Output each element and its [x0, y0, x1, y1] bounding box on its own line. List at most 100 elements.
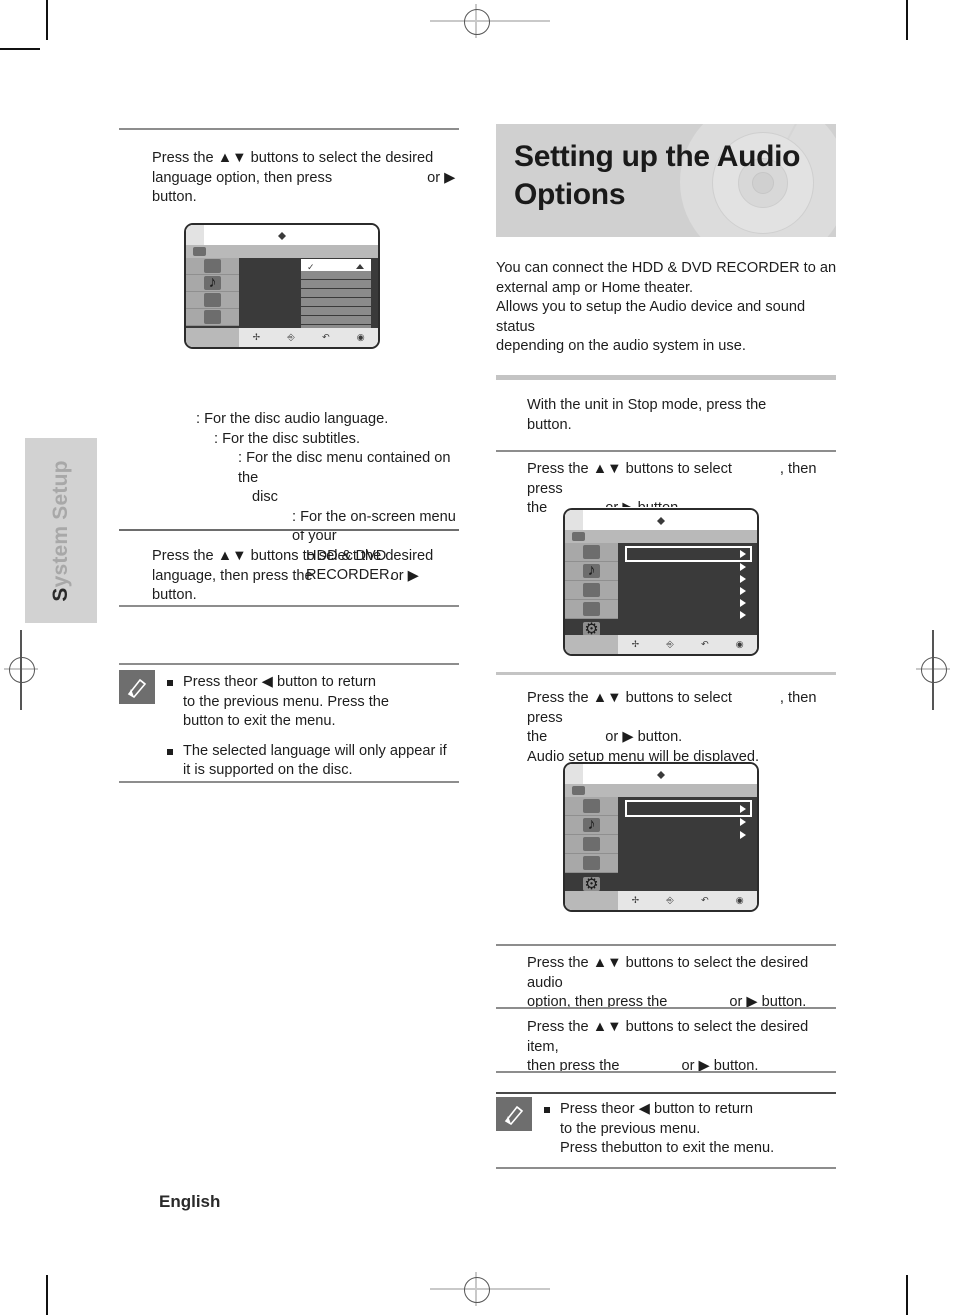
- step4-line1: Press the ▲▼ buttons to select the desir…: [527, 955, 809, 991]
- return-icon[interactable]: ↶: [688, 640, 723, 649]
- sidebar-item-display[interactable]: [186, 292, 239, 309]
- film-icon: [204, 259, 221, 273]
- chevron-right-icon: [740, 587, 746, 595]
- intro-line-2: external amp or Home theater.: [496, 279, 694, 296]
- step3-line1a: Press the ▲▼ buttons to select: [527, 690, 732, 706]
- return-icon[interactable]: ↶: [309, 333, 344, 342]
- legend-item-subtitle: : For the disc subtitles.: [214, 430, 360, 447]
- left-rule-mid: [119, 529, 459, 532]
- list-item[interactable]: [301, 307, 371, 316]
- sidebar-item-film[interactable]: [565, 543, 618, 562]
- list-item[interactable]: [625, 815, 752, 828]
- select-icon[interactable]: ⎆: [653, 896, 688, 905]
- sidebar-item-disc[interactable]: [565, 854, 618, 873]
- osd-bottom-toolbar: ✢ ⎆ ↶ ◉: [186, 328, 378, 347]
- sidebar-item-disc[interactable]: [565, 600, 618, 619]
- exit-icon[interactable]: ◉: [722, 640, 757, 649]
- list-item[interactable]: [625, 560, 752, 572]
- sidebar-item-display[interactable]: [565, 581, 618, 600]
- move-icon[interactable]: ✢: [618, 640, 653, 649]
- osd-language-options-menu[interactable]: ♪ ⚙ ✓ ✢ ⎆ ↶ ◉: [184, 223, 380, 349]
- intro-line-1: You can connect the HDD & DVD RECORDER t…: [496, 260, 837, 276]
- list-item[interactable]: [625, 828, 752, 841]
- diamond-icon: [657, 771, 665, 779]
- list-item[interactable]: [301, 280, 371, 289]
- list-item[interactable]: [625, 596, 752, 608]
- select-icon[interactable]: ⎆: [653, 640, 688, 649]
- note2-l1: The selected language will only appear i…: [183, 742, 447, 759]
- right-rule-3: [496, 944, 836, 946]
- registration-mark-top: [430, 4, 550, 38]
- chevron-right-icon: [740, 804, 746, 813]
- step1-line2: button.: [527, 416, 572, 433]
- osd-bottom-toolbar: ✢ ⎆ ↶ ◉: [565, 635, 757, 654]
- osd-sidebar[interactable]: ♪ ⚙: [186, 258, 239, 344]
- osd-tabrow: [565, 784, 757, 797]
- list-item[interactable]: [301, 289, 371, 298]
- chevron-right-icon: [740, 550, 746, 558]
- osd-sidebar[interactable]: ♪ ⚙: [565, 543, 618, 640]
- pencil-icon: [119, 670, 155, 704]
- rnote-l1b: or ◀ button to return: [621, 1101, 753, 1117]
- osd-option-list[interactable]: ✓: [300, 258, 372, 335]
- exit-icon[interactable]: ◉: [343, 333, 378, 342]
- step3-line2a: the: [527, 729, 548, 745]
- chevron-right-icon: [740, 599, 746, 607]
- display-icon: [204, 293, 221, 307]
- chevron-right-icon: [740, 563, 746, 571]
- sidebar-item-display[interactable]: [565, 835, 618, 854]
- osd-tabrow: [186, 245, 378, 258]
- sidebar-item-music[interactable]: ♪: [565, 816, 618, 835]
- osd-sidebar[interactable]: ♪ ⚙: [565, 797, 618, 895]
- osd-topbar-nub: [186, 225, 204, 245]
- legend-item-discmenu: : For the disc menu contained on the: [238, 450, 451, 486]
- scroll-up-icon[interactable]: [356, 264, 364, 269]
- move-icon[interactable]: ✢: [618, 896, 653, 905]
- list-item[interactable]: ✓: [300, 258, 372, 272]
- sidebar-item-music[interactable]: ♪: [186, 274, 239, 292]
- osd-setup-menu[interactable]: ♪ ⚙ ✢ ⎆ ↶ ◉: [563, 508, 759, 656]
- right-step-1: With the unit in Stop mode, press the bu…: [527, 396, 837, 435]
- osd-option-list[interactable]: [625, 560, 752, 620]
- right-rule-1: [496, 450, 836, 452]
- left-step-line1: Press the ▲▼ buttons to select the desir…: [152, 150, 434, 166]
- list-item: Press theor ◀ button to return to the pr…: [544, 1100, 836, 1159]
- list-item[interactable]: [301, 271, 371, 280]
- list-item[interactable]: [625, 572, 752, 584]
- left-rule-top: [119, 128, 459, 130]
- sidebar-item-music[interactable]: ♪: [565, 562, 618, 581]
- sidebar-item-film[interactable]: [565, 797, 618, 816]
- note-l2: to the previous menu. Press the: [183, 693, 390, 710]
- list-item[interactable]: [301, 298, 371, 307]
- crop-mark-top-right-v: [906, 0, 908, 40]
- left-step-language-option: Press the ▲▼ buttons to select the desir…: [152, 149, 462, 208]
- move-icon[interactable]: ✢: [239, 333, 274, 342]
- sidebar-item-film[interactable]: [186, 258, 239, 275]
- registration-mark-right: [916, 630, 950, 710]
- note-l1a: Press the: [183, 674, 245, 690]
- osd-bottom-lead: [565, 635, 618, 654]
- music-note-icon: ♪: [583, 816, 600, 833]
- osd-audio-setup-menu[interactable]: ♪ ⚙ ✢ ⎆ ↶ ◉: [563, 762, 759, 912]
- display-icon: [583, 583, 600, 597]
- list-item[interactable]: [625, 608, 752, 620]
- return-icon[interactable]: ↶: [688, 896, 723, 905]
- select-icon[interactable]: ⎆: [274, 333, 309, 342]
- disc-clock-icon: [583, 602, 600, 616]
- chevron-right-icon: [740, 818, 746, 826]
- sidebar-item-disc[interactable]: [186, 309, 239, 326]
- right-note-rule-top: [496, 1092, 836, 1094]
- osd-option-list[interactable]: [625, 815, 752, 841]
- list-item[interactable]: [625, 584, 752, 596]
- legend-item-osd: : For the on-screen menu of your: [292, 508, 456, 545]
- exit-icon[interactable]: ◉: [722, 896, 757, 905]
- disc-clock-icon: [583, 856, 600, 870]
- list-item[interactable]: [301, 316, 371, 325]
- right-rule-2: [496, 672, 836, 675]
- left-step2-line1: Press the ▲▼ buttons to select the desir…: [152, 548, 434, 564]
- osd-topbar-nub: [565, 510, 583, 530]
- left-step-line2: language option, then press: [152, 169, 333, 186]
- osd-topbar: [565, 510, 757, 530]
- right-rule-4: [496, 1007, 836, 1009]
- display-icon: [583, 837, 600, 851]
